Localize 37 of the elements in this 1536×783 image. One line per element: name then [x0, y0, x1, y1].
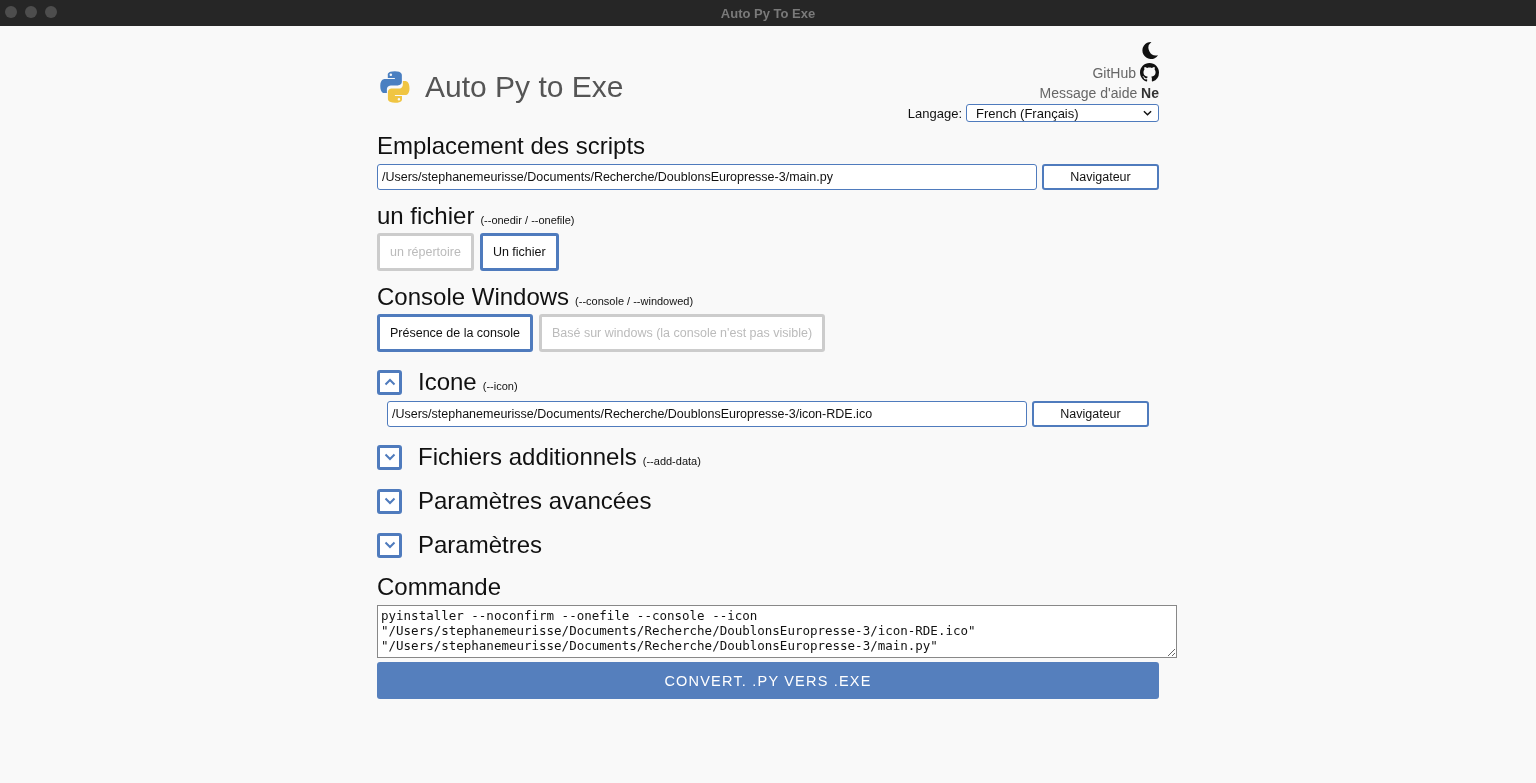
browse-button[interactable]: Navigateur: [1032, 401, 1149, 427]
option-button[interactable]: Un fichier: [479, 233, 559, 271]
browse-button[interactable]: Navigateur: [1042, 164, 1159, 190]
chevron-down-icon: [383, 453, 396, 461]
option-flag-label: (--icon): [482, 380, 518, 392]
option-flag-label: (--onedir / --onefile): [480, 214, 575, 226]
collapse-toggle[interactable]: [377, 532, 402, 558]
convert-button[interactable]: CONVERT. .PY VERS .EXE: [377, 662, 1159, 699]
icon-path-field[interactable]: /Users/stephanemeurisse/Documents/Recherche/DoublonsEuropresse-3/icon-RDE.ico: [387, 401, 1027, 427]
section-heading: Paramètres avancées: [418, 487, 652, 515]
language-select[interactable]: French (Français): [966, 104, 1159, 122]
section-heading: Commande: [377, 573, 503, 601]
option-flag-label: (--console / --windowed): [575, 295, 694, 307]
command-field[interactable]: pyinstaller --noconfirm --onefile --console --icon "/Users/stephanemeurisse/Documents/Recherche/DoublonsEuropresse-3/icon-RDE.ico" "/Users/stephanemeurisse/Documents/Recherche/DoublonsEuropresse-3/main.py": [377, 605, 1177, 658]
chevron-down-icon: [383, 497, 396, 505]
option-flag-label: (--add-data): [642, 455, 701, 467]
language-label: Langage:: [907, 105, 962, 121]
window-title: Auto Py To Exe: [720, 5, 816, 21]
caret-icon: [1143, 110, 1152, 116]
moon-icon[interactable]: [1140, 41, 1159, 60]
section-heading: Emplacement des scripts: [377, 132, 647, 160]
section-heading: un fichier: [377, 202, 475, 230]
section-heading: Fichiers additionnels: [418, 443, 637, 471]
section-heading: Paramètres: [418, 531, 543, 559]
github-icon[interactable]: [1140, 63, 1159, 82]
script-path-field[interactable]: /Users/stephanemeurisse/Documents/Recherche/DoublonsEuropresse-3/main.py: [377, 164, 1037, 190]
collapse-toggle[interactable]: [377, 444, 402, 470]
collapse-toggle[interactable]: [377, 488, 402, 514]
collapse-toggle[interactable]: [377, 369, 402, 395]
option-button[interactable]: Présence de la console: [377, 314, 533, 352]
section-heading: Icone: [418, 368, 477, 396]
chevron-up-icon: [383, 378, 396, 386]
github-link[interactable]: GitHub: [1092, 64, 1136, 81]
section-heading: Console Windows: [377, 283, 570, 311]
help-message-toggle[interactable]: Message d'aide Ne: [1039, 85, 1159, 101]
chevron-down-icon: [383, 541, 396, 549]
app-title: Auto Py to Exe: [425, 69, 624, 104]
